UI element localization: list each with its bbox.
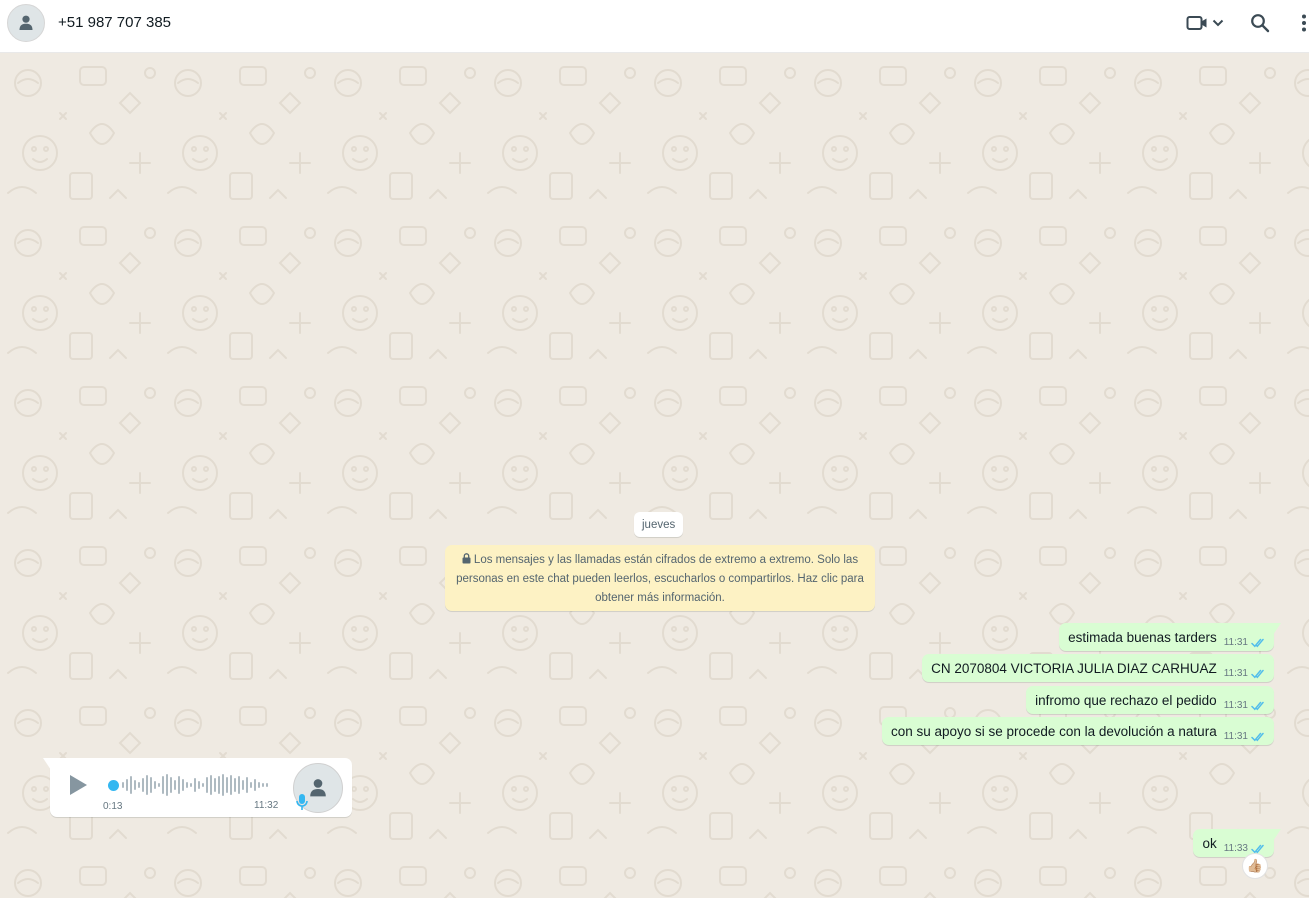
lock-icon [462, 553, 471, 564]
outgoing-message[interactable]: CN 2070804 VICTORIA JULIA DIAZ CARHUAZ 1… [922, 654, 1274, 682]
encryption-notice[interactable]: Los mensajes y las llamadas están cifrad… [445, 545, 875, 611]
user-icon [310, 779, 326, 797]
message-text: CN 2070804 VICTORIA JULIA DIAZ CARHUAZ [931, 660, 1217, 676]
outgoing-message[interactable]: ok 11:33 [1193, 829, 1281, 857]
message-time: 11:32 [254, 800, 279, 811]
message-text: infromo que rechazo el pedido [1035, 692, 1217, 708]
voice-duration: 0:13 [103, 801, 123, 812]
more-vertical-icon [1302, 14, 1306, 32]
user-icon [19, 15, 33, 30]
video-call-button[interactable] [1183, 10, 1227, 36]
audio-progress-handle[interactable] [108, 780, 119, 791]
message-text: con su apoyo si se procede con la devolu… [890, 723, 1217, 739]
message-time: 11:31 [1223, 730, 1248, 742]
microphone-icon [296, 794, 308, 810]
outgoing-message[interactable]: con su apoyo si se procede con la devolu… [881, 717, 1274, 745]
outgoing-message[interactable]: estimada buenas tarders 11:31 [1059, 623, 1281, 651]
contact-avatar[interactable] [7, 4, 45, 42]
message-reaction[interactable]: 👍🏼 [1242, 853, 1268, 879]
audio-waveform[interactable] [105, 772, 275, 798]
double-check-icon [1251, 669, 1264, 678]
bubble-tail [1273, 623, 1281, 635]
message-time: 11:33 [1223, 842, 1248, 854]
double-check-icon [1251, 844, 1264, 853]
chat-header: +51 987 707 385 [0, 0, 1309, 53]
double-check-icon [1251, 732, 1264, 741]
double-check-icon [1251, 638, 1264, 647]
menu-button[interactable] [1298, 10, 1309, 36]
search-icon [1251, 14, 1270, 33]
play-icon[interactable] [67, 773, 89, 797]
video-camera-icon [1186, 16, 1206, 30]
incoming-voice-message[interactable]: 0:13 11:32 [43, 758, 352, 817]
chat-area[interactable]: jueves Los mensajes y las llamadas están… [0, 53, 1309, 898]
message-time: 11:31 [1223, 667, 1248, 679]
encryption-notice-text: Los mensajes y las llamadas están cifrad… [456, 554, 864, 604]
message-time: 11:31 [1223, 699, 1248, 711]
message-text: ok [1202, 835, 1217, 851]
message-text: estimada buenas tarders [1068, 629, 1217, 645]
contact-name[interactable]: +51 987 707 385 [58, 14, 171, 31]
search-button[interactable] [1248, 10, 1272, 36]
double-check-icon [1251, 701, 1264, 710]
date-separator: jueves [634, 512, 684, 537]
chevron-down-icon [1212, 19, 1223, 27]
outgoing-message[interactable]: infromo que rechazo el pedido 11:31 [1026, 686, 1274, 714]
message-time: 11:31 [1223, 636, 1248, 648]
bubble-tail [1273, 829, 1281, 841]
bubble-tail [43, 758, 51, 770]
